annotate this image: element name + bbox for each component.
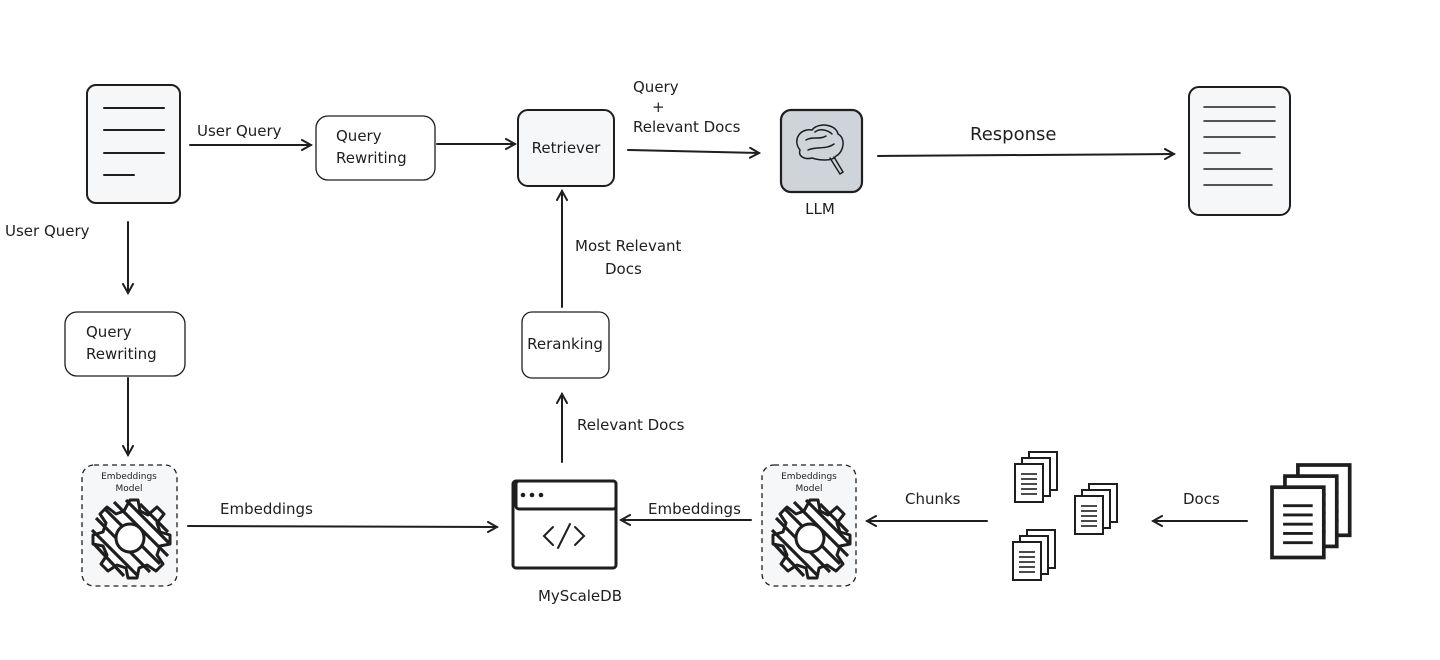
edge-label-relevant-docs: Relevant Docs [633,118,741,136]
node-query-rewriting-top: Query Rewriting [315,115,436,181]
rag-diagram: User Query Query Rewriting Retriever Que… [0,0,1440,660]
arrow-llm-to-response [877,154,1174,156]
node-label: Embeddings [101,472,157,482]
node-label: Reranking [527,335,603,353]
node-reranking: Reranking [521,311,610,379]
gear-icon [90,498,172,580]
node-label: Embeddings [781,472,837,482]
docs-document-stack-icon [1272,465,1350,558]
node-label: Rewriting [86,345,157,363]
node-label: Query [336,127,382,145]
edge-label-docs: Docs [605,260,642,278]
edge-label-plus: + [652,98,665,116]
node-llm: LLM [779,108,864,218]
edge-label-response: Response [970,124,1056,145]
node-label: Query [86,323,132,341]
node-myscaledb: MyScaleDB [511,479,622,605]
node-embeddings-model-left: Embeddings Model [81,464,178,587]
edge-label-relevant-docs: Relevant Docs [577,416,685,434]
edge-label-embeddings-right: Embeddings [648,500,741,518]
arrow-embeddings-to-db [187,526,497,527]
node-embeddings-model-right: Embeddings Model [761,464,857,587]
edge-label-most-relevant: Most Relevant [575,237,682,255]
edge-label-user-query-top: User Query [197,122,282,140]
node-label: LLM [805,200,835,218]
node-label: Model [115,484,142,494]
node-label: MyScaleDB [538,587,622,605]
node-label: Rewriting [336,149,407,167]
gear-icon [770,498,852,580]
node-query-rewriting-left: Query Rewriting [64,311,186,377]
node-label: Model [795,484,822,494]
edge-label-chunks: Chunks [905,490,961,508]
edge-label-docs-input: Docs [1183,490,1220,508]
response-document-icon [1188,86,1291,216]
code-window-icon [511,479,618,570]
edge-label-user-query-left: User Query [5,222,90,240]
user-query-document-icon [86,84,181,204]
arrow-retriever-to-llm [627,150,759,153]
node-label: Retriever [532,139,602,157]
edge-label-query: Query [633,78,679,96]
chunks-document-stack-icon [1013,452,1117,580]
node-retriever: Retriever [517,109,615,187]
diagram-canvas: User Query Query Rewriting Retriever Que… [5,78,1440,605]
edge-label-embeddings-left: Embeddings [220,500,313,518]
